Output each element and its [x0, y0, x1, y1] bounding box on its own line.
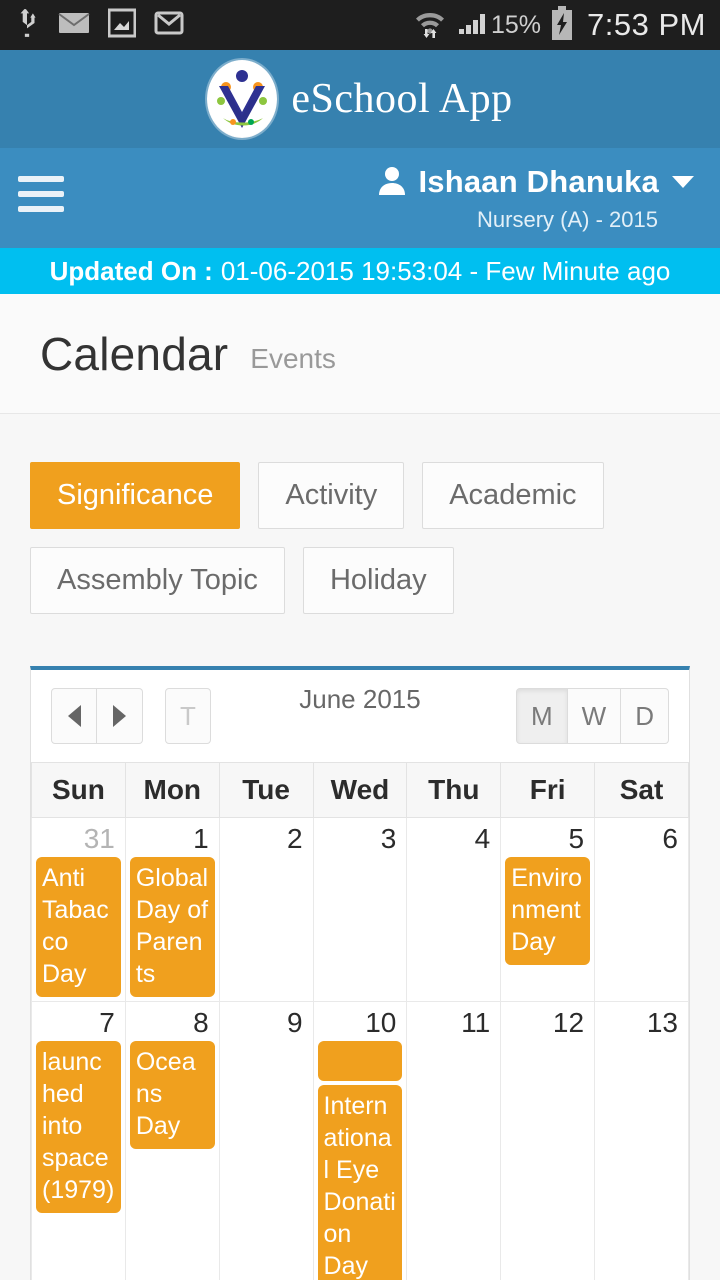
calendar-day-cell[interactable]: 4	[406, 817, 502, 1002]
filter-chip-significance[interactable]: Significance	[30, 462, 241, 529]
arrow-right-icon	[113, 705, 126, 727]
calendar-event[interactable]: Anti Tabacco Day	[36, 857, 121, 997]
calendar-today-button[interactable]: T	[165, 688, 211, 744]
calendar-event[interactable]: International Eye Donation Day	[317, 1085, 403, 1280]
app-title-bar: eSchool App	[0, 50, 720, 148]
calendar-day-cell[interactable]: 1 Global Day of Parents	[124, 817, 220, 1002]
battery-percent-label: 15%	[491, 10, 542, 39]
calendar-day-cell[interactable]: 7 launched into space (1979)	[31, 1001, 126, 1280]
day-number: 6	[662, 823, 678, 854]
weekday-header-wed: Wed	[312, 762, 408, 818]
calendar-week-row: 31 Anti Tabacco Day 1 Global Day of Parents…	[31, 817, 689, 1002]
calendar-day-cell[interactable]: 8 Oceans Day	[124, 1001, 220, 1280]
calendar-day-cell[interactable]: 2	[218, 817, 314, 1002]
status-bar-left-icons	[14, 8, 202, 43]
calendar-view-group: MWD	[516, 688, 669, 744]
day-number: 2	[286, 823, 303, 854]
calendar-event[interactable]: launched into space (1979)	[36, 1041, 121, 1213]
calendar-view-m-button[interactable]: M	[516, 688, 568, 744]
chevron-down-icon[interactable]	[672, 176, 694, 188]
calendar-day-cell[interactable]: 9	[218, 1001, 314, 1280]
day-number: 5	[568, 823, 585, 854]
day-events: launched into space (1979)	[32, 1041, 125, 1213]
page-header: Calendar Events	[0, 294, 720, 414]
calendar-widget: T June 2015 MWD Sun Mon Tue Wed Thu Fri Sat 31…	[30, 666, 690, 1280]
hamburger-menu-icon[interactable]	[18, 176, 64, 212]
day-events: Global Day of Parents	[126, 857, 219, 997]
eschool-logo	[207, 60, 278, 138]
weekday-header-sun: Sun	[31, 762, 126, 818]
filter-chip-assembly-topic[interactable]: Assembly Topic	[30, 547, 285, 614]
day-number: 10	[365, 1007, 397, 1038]
calendar-event[interactable]: Environment Day	[505, 857, 591, 965]
wifi-icon	[413, 7, 447, 44]
day-number: 4	[474, 823, 491, 854]
calendar-day-cell[interactable]: 31 Anti Tabacco Day	[31, 817, 126, 1002]
clock-label: 7:53 PM	[587, 7, 706, 42]
user-avatar-icon	[378, 165, 406, 200]
usb-icon	[14, 8, 40, 43]
calendar-grid: Sun Mon Tue Wed Thu Fri Sat 31 Anti Tabacco Day…	[31, 762, 689, 1280]
calendar-day-cell[interactable]: 13	[594, 1001, 689, 1280]
updated-on-label: Updated On :	[49, 255, 213, 286]
mail-icon	[58, 11, 90, 40]
weekday-header-mon: Mon	[124, 762, 220, 818]
day-events: Oceans Day	[126, 1041, 219, 1149]
day-events: International Eye Donation Day	[314, 1041, 407, 1280]
calendar-event[interactable]: Global Day of Parents	[129, 857, 215, 997]
day-number: 9	[286, 1007, 303, 1038]
user-menu[interactable]: Ishaan Dhanuka Nursery (A) - 2015	[378, 148, 702, 233]
day-number: 13	[646, 1007, 678, 1038]
calendar-event[interactable]	[317, 1041, 403, 1081]
day-number: 11	[461, 1007, 491, 1038]
calendar-next-button[interactable]	[97, 688, 143, 744]
arrow-left-icon	[67, 705, 81, 727]
calendar-view-w-button[interactable]: W	[567, 688, 622, 744]
calendar-week-row: 7 launched into space (1979) 8 Oceans Day 9 1…	[31, 1001, 689, 1280]
day-number: 7	[99, 1007, 115, 1038]
app-title: eSchool App	[291, 76, 513, 122]
day-events: Anti Tabacco Day	[32, 857, 125, 997]
day-number: 12	[552, 1007, 585, 1038]
filter-chip-holiday[interactable]: Holiday	[302, 547, 454, 614]
battery-charging-icon	[551, 5, 573, 45]
day-number: 1	[193, 823, 209, 854]
page-content: Significance Activity Academic Assembly Top…	[0, 414, 720, 1280]
calendar-day-cell[interactable]: 11	[406, 1001, 502, 1280]
calendar-day-cell[interactable]: 6	[594, 817, 689, 1002]
day-number: 3	[380, 823, 397, 854]
filter-chip-academic[interactable]: Academic	[422, 462, 604, 529]
calendar-toolbar: T June 2015 MWD	[31, 670, 689, 762]
calendar-day-cell[interactable]: 5 Environment Day	[500, 817, 596, 1002]
user-name-label: Ishaan Dhanuka	[418, 164, 659, 199]
user-class-label: Nursery (A) - 2015	[477, 207, 658, 232]
android-status-bar: 15% 7:53 PM	[0, 0, 720, 50]
calendar-prev-button[interactable]	[51, 688, 97, 744]
event-type-filters: Significance Activity Academic Assembly Top…	[30, 462, 690, 614]
navigation-bar: Ishaan Dhanuka Nursery (A) - 2015	[0, 148, 720, 248]
calendar-day-cell[interactable]: 10 International Eye Donation Day	[312, 1001, 408, 1280]
gmail-icon	[154, 10, 184, 41]
weekday-header-sat: Sat	[594, 762, 689, 818]
day-number: 31	[83, 823, 115, 854]
calendar-day-cell[interactable]: 12	[500, 1001, 596, 1280]
weekday-header-thu: Thu	[406, 762, 502, 818]
updated-on-value: 01-06-2015 19:53:04 - Few Minute ago	[220, 255, 671, 286]
weekday-header-tue: Tue	[218, 762, 314, 818]
calendar-event[interactable]: Oceans Day	[129, 1041, 215, 1149]
calendar-weekday-header: Sun Mon Tue Wed Thu Fri Sat	[31, 762, 689, 818]
weekday-header-fri: Fri	[500, 762, 596, 818]
status-bar-right-icons: 15% 7:53 PM	[403, 5, 706, 45]
updated-on-bar: Updated On : 01-06-2015 19:53:04 - Few M…	[0, 248, 720, 294]
signal-icon	[457, 8, 491, 43]
screenshot-icon	[107, 8, 137, 43]
day-events: Environment Day	[501, 857, 594, 965]
calendar-nav-group	[51, 688, 143, 744]
page-title: Calendar	[40, 327, 229, 380]
filter-chip-activity[interactable]: Activity	[258, 462, 405, 529]
page-subtitle: Events	[250, 342, 336, 374]
calendar-view-d-button[interactable]: D	[621, 688, 669, 744]
calendar-day-cell[interactable]: 3	[312, 817, 408, 1002]
day-number: 8	[193, 1007, 209, 1038]
